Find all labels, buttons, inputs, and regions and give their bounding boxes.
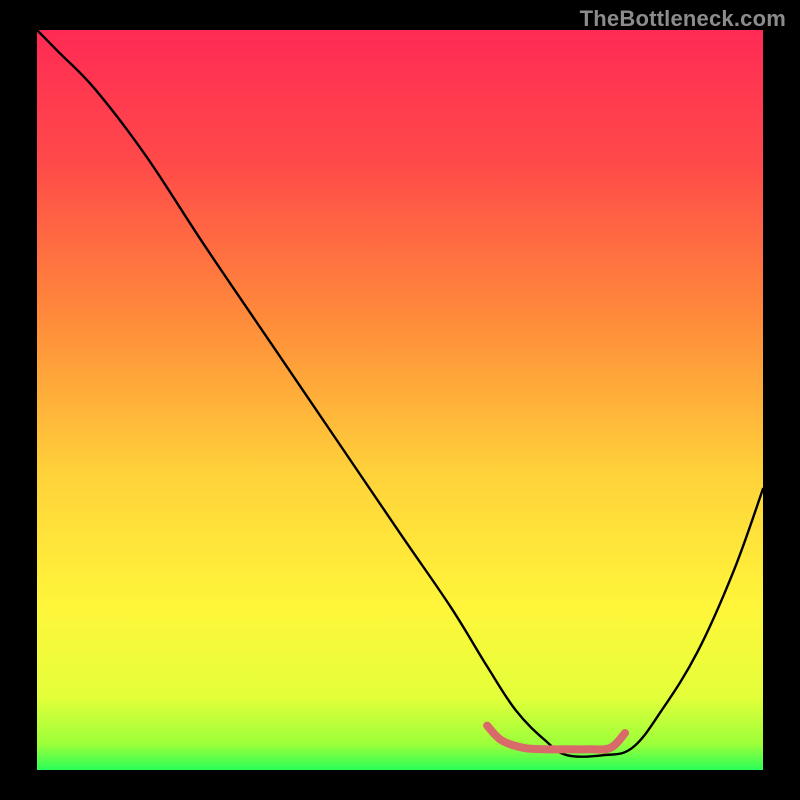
watermark-label: TheBottleneck.com [580,6,786,32]
chart-plot-area [37,30,763,770]
chart-frame: TheBottleneck.com [0,0,800,800]
chart-svg [37,30,763,770]
gradient-background [37,30,763,770]
